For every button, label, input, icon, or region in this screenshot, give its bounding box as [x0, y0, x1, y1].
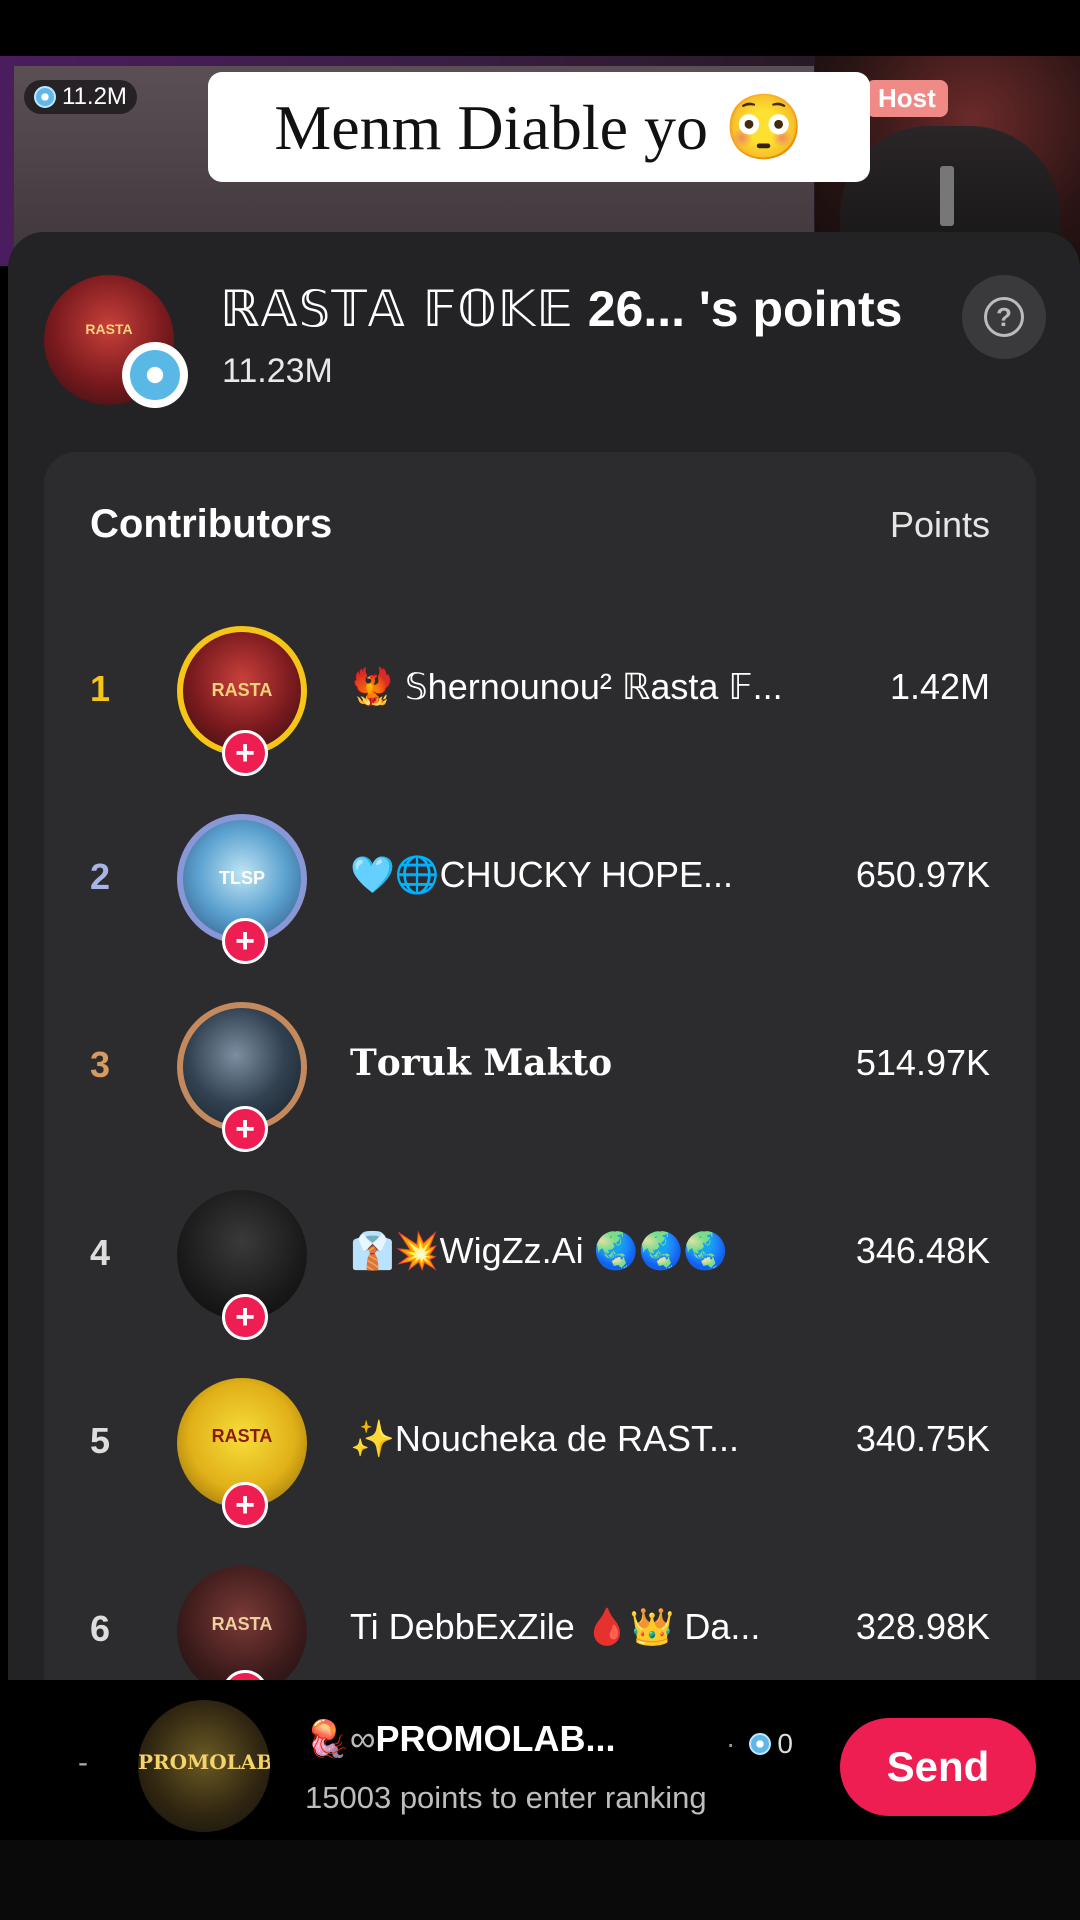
question-icon: ? [984, 297, 1024, 337]
infinity-icon: ∞ [349, 1718, 376, 1759]
my-avatar-text: PROMOLAB [138, 1750, 270, 1774]
gem-icon [34, 86, 56, 108]
owner-points: 11.23M [222, 352, 333, 390]
stream-coins: 11.2M [62, 83, 127, 110]
rank-number: 6 [90, 1608, 111, 1649]
rank-number: 2 [90, 856, 111, 897]
owner-name-deco: ℝ𝔸𝕊𝕋𝔸 𝔽𝕆𝕂𝔼 [220, 280, 574, 338]
follow-plus-icon[interactable]: + [222, 918, 268, 964]
rank-number: 5 [90, 1420, 111, 1461]
my-rank-bar: - PROMOLAB 🪼∞PROMOLAB... · 0 15003 point… [0, 1680, 1080, 1840]
contributors-list[interactable]: Contributors Points 1 RASTA + 🐦‍🔥 𝕊hernouno… [44, 452, 1036, 1682]
jellyfish-icon: 🪼 [305, 1718, 350, 1759]
caption-overlay: Menm Diable yo 😳 [208, 72, 870, 182]
contributor-name: 𝐓𝐨𝐫𝐮𝐤 𝐌𝐚𝐤𝐭𝐨 [350, 1042, 613, 1084]
contributor-points: 328.98K [855, 1606, 990, 1647]
contributor-points: 514.97K [855, 1042, 990, 1083]
rank-number: 4 [90, 1232, 111, 1273]
avatar-text: RASTA [211, 1426, 273, 1446]
contributor-avatar[interactable]: RASTA [177, 1566, 307, 1682]
my-gems: · 0 [726, 1728, 793, 1760]
my-name: 🪼∞PROMOLAB... [305, 1718, 616, 1760]
rank-number: 3 [90, 1044, 111, 1085]
contributor-row[interactable]: 2 TLSP + 🩵🌐CHUCKY HOPE... 650.97K [44, 800, 1036, 964]
follow-plus-icon[interactable]: + [222, 1106, 268, 1152]
contributor-row[interactable]: 5 RASTA + ✨Noucheka de RAST... 340.75K [44, 1364, 1036, 1528]
system-nav-strip [0, 1840, 1080, 1920]
my-gems-count: 0 [777, 1728, 793, 1759]
contributor-row[interactable]: 1 RASTA + 🐦‍🔥 𝕊hernounou² ℝasta 𝔽... 1.42M [44, 612, 1036, 776]
owner-title-rest: 26... 's points [573, 281, 903, 337]
contributor-row[interactable]: 4 + 👔💥WigZz.Ai 🌏🌏🌏 346.48K [44, 1176, 1036, 1340]
follow-plus-icon[interactable]: + [222, 1294, 268, 1340]
rank-number: 1 [90, 668, 111, 709]
contributor-name: 👔💥WigZz.Ai 🌏🌏🌏 [350, 1230, 729, 1271]
my-rank: - [78, 1746, 88, 1779]
contributor-name: 🐦‍🔥 𝕊hernounou² ℝasta 𝔽... [350, 666, 783, 707]
owner-avatar-text: RASTA [85, 321, 133, 337]
owner-level-badge [122, 342, 188, 408]
contributor-name: Ti DebbExZile 🩸👑 Da... [350, 1606, 761, 1647]
contributor-points: 346.48K [855, 1230, 990, 1271]
host-badge: Host [866, 80, 948, 117]
contributor-points: 650.97K [855, 854, 990, 895]
contributor-row[interactable]: 6RASTA+Ti DebbExZile 🩸👑 Da...328.98K [44, 1552, 1036, 1682]
my-avatar[interactable]: PROMOLAB [138, 1700, 270, 1832]
contributor-points: 1.42M [889, 666, 990, 707]
ranking-hint: 15003 points to enter ranking [305, 1780, 707, 1815]
host-tie [940, 166, 954, 226]
avatar-text: TLSP [218, 868, 265, 888]
avatar-text: RASTA [211, 680, 273, 700]
follow-plus-icon[interactable]: + [222, 1482, 268, 1528]
contributor-name: 🩵🌐CHUCKY HOPE... [350, 854, 734, 895]
help-button[interactable]: ? [962, 275, 1046, 359]
contributor-points: 340.75K [855, 1418, 990, 1459]
contributor-row[interactable]: 3 + 𝐓𝐨𝐫𝐮𝐤 𝐌𝐚𝐤𝐭𝐨 514.97K [44, 988, 1036, 1152]
badge-icon [130, 350, 180, 400]
follow-plus-icon[interactable]: + [222, 730, 268, 776]
contributor-name: ✨Noucheka de RAST... [350, 1418, 740, 1459]
send-button[interactable]: Send [840, 1718, 1036, 1816]
gem-icon [749, 1733, 772, 1755]
points-heading: Points [889, 503, 990, 545]
list-header: Contributors Points [90, 502, 990, 547]
separator-dot: · [726, 1728, 736, 1759]
stream-coins-pill[interactable]: 11.2M [24, 80, 137, 114]
avatar-text: RASTA [211, 1614, 273, 1634]
live-screen: 11.2M Host Menm Diable yo 😳 RASTA ℝ𝔸𝕊𝕋𝔸 … [0, 0, 1080, 1920]
contributors-heading: Contributors [90, 502, 333, 546]
owner-title: ℝ𝔸𝕊𝕋𝔸 𝔽𝕆𝕂𝔼 26... 's points [220, 280, 902, 338]
my-name-text: PROMOLAB... [375, 1718, 616, 1759]
